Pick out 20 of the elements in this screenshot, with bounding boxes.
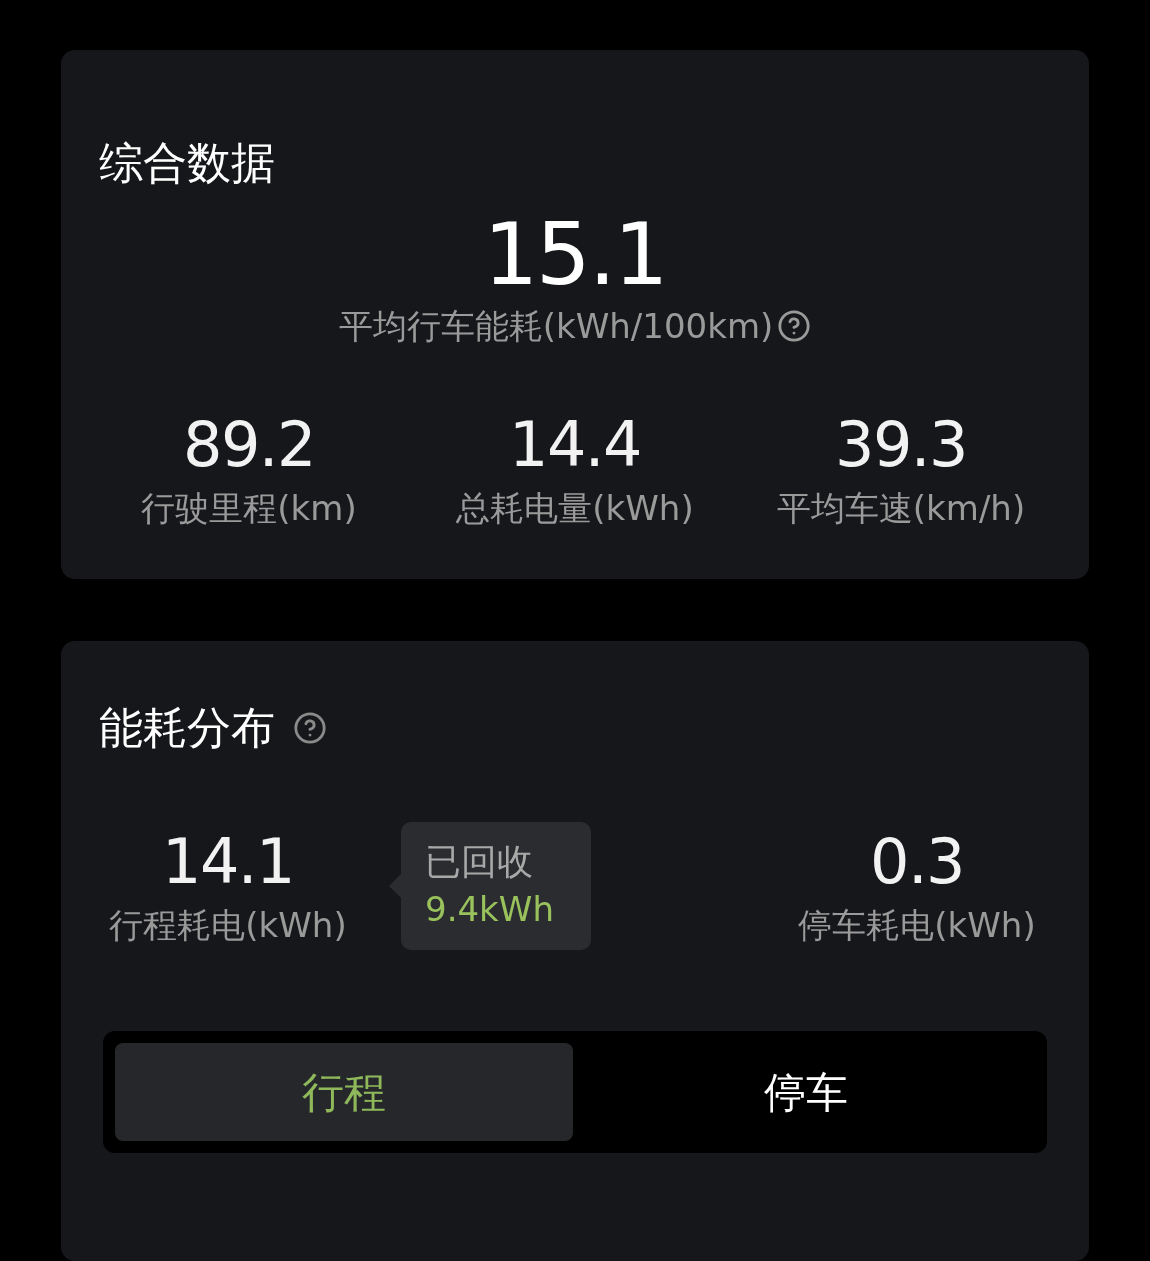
stat-label: 平均车速(km/h) (776, 487, 1026, 530)
help-icon[interactable] (777, 309, 812, 343)
stat-label: 总耗电量(kWh) (456, 487, 694, 530)
help-icon[interactable] (293, 711, 327, 745)
tab[interactable]: 行程 (115, 1043, 573, 1141)
stat-label: 行程耗电(kWh) (109, 904, 347, 947)
stat-value: 89.2 (183, 408, 315, 482)
stat-value: 0.3 (870, 825, 964, 899)
recovered-value: 9.4kWh (425, 888, 555, 931)
stat-value: 14.1 (162, 825, 294, 899)
tab[interactable]: 停车 (577, 1043, 1035, 1141)
main-label: 平均行车能耗(kWh/100km) (338, 305, 774, 348)
stat-value: 39.3 (835, 408, 967, 482)
stat-label: 停车耗电(kWh) (798, 904, 1036, 947)
stat-value: 14.4 (509, 408, 641, 482)
main-value: 15.1 (483, 204, 667, 304)
card-title: 综合数据 (99, 136, 275, 190)
stat-label: 行驶里程(km) (141, 487, 357, 530)
recovered-label: 已回收 (425, 840, 534, 884)
card-title: 能耗分布 (99, 701, 275, 755)
